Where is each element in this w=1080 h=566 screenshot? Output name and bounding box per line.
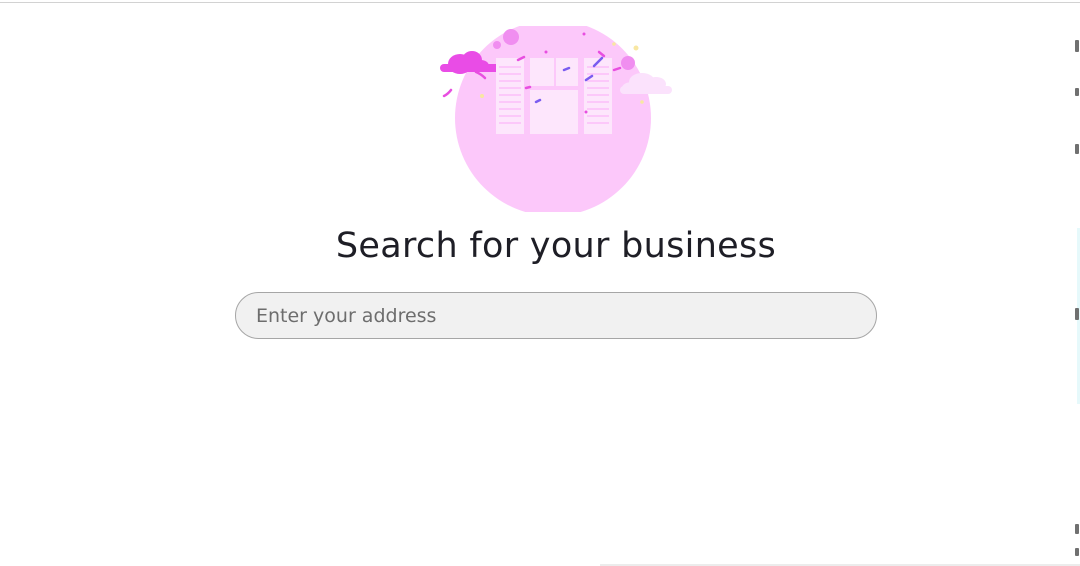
right-panel-edge [1074, 0, 1080, 566]
page-title: Search for your business [335, 226, 777, 266]
page: Search for your business [0, 0, 1080, 566]
storefront-illustration-icon [440, 26, 672, 212]
edge-mark [1075, 308, 1079, 320]
edge-mark [1075, 548, 1079, 556]
edge-mark [1075, 88, 1079, 96]
edge-mark [1075, 524, 1079, 534]
address-search-input[interactable] [235, 292, 877, 339]
top-divider [0, 2, 1080, 3]
edge-mark [1075, 144, 1079, 154]
edge-mark [1075, 40, 1079, 52]
